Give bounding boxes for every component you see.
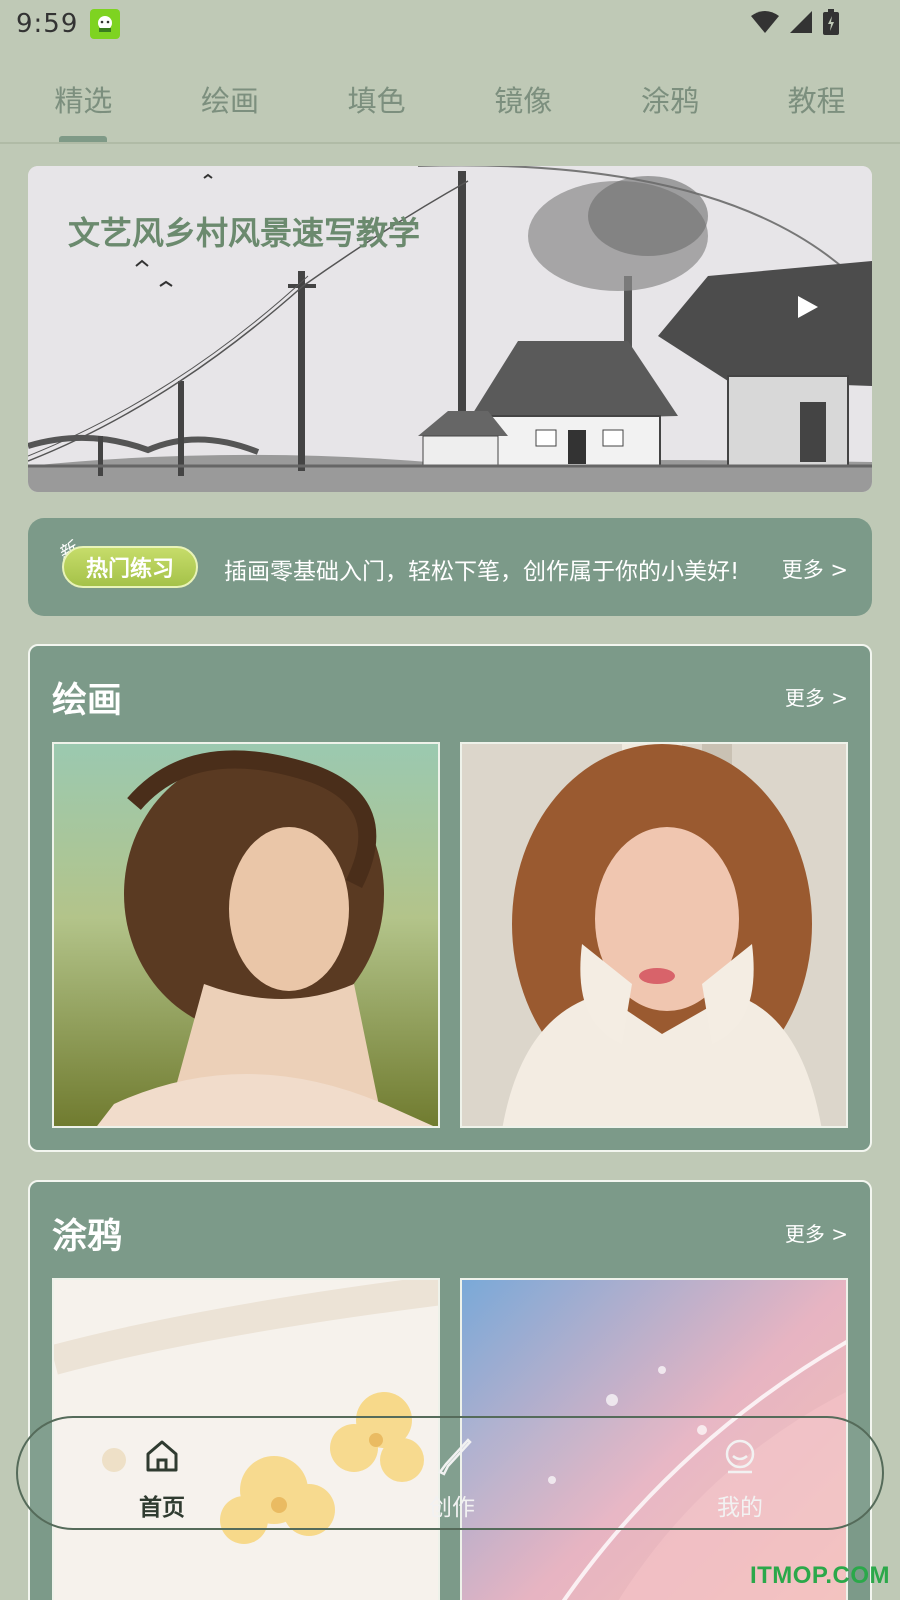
tab-label: 绘画 xyxy=(200,84,259,118)
battery-icon xyxy=(823,9,839,35)
nav-profile[interactable]: 我的 xyxy=(660,1418,820,1528)
play-icon[interactable] xyxy=(792,292,822,322)
brush-icon xyxy=(438,1438,472,1476)
status-time: 9:59 xyxy=(16,9,79,39)
portrait-image xyxy=(462,744,846,1126)
tab-label: 填色 xyxy=(347,84,406,118)
app-notification-icon xyxy=(90,9,121,39)
bottom-navigation: 首页 创作 我的 xyxy=(16,1416,884,1530)
nav-label: 创作 xyxy=(429,1495,475,1521)
tab-label: 教程 xyxy=(787,84,846,118)
hot-practice-more-link[interactable]: 更多 > xyxy=(782,554,848,584)
nav-label: 我的 xyxy=(717,1495,763,1521)
tab-tutorial[interactable]: 教程 xyxy=(757,58,877,142)
tab-label: 精选 xyxy=(54,84,113,118)
active-tab-indicator xyxy=(59,136,108,142)
tab-featured[interactable]: 精选 xyxy=(23,58,143,142)
banner-title: 文艺风乡村风景速写教学 xyxy=(68,214,421,252)
nav-label: 首页 xyxy=(139,1495,185,1521)
section-title: 绘画 xyxy=(52,681,123,721)
nav-create[interactable]: 创作 xyxy=(372,1418,532,1528)
hot-practice-badge: 热门练习 xyxy=(62,546,198,588)
section-title: 涂鸦 xyxy=(52,1217,123,1257)
tab-doodle[interactable]: 涂鸦 xyxy=(610,58,730,142)
nav-home[interactable]: 首页 xyxy=(82,1418,242,1528)
tab-drawing[interactable]: 绘画 xyxy=(170,58,290,142)
hot-practice-bar[interactable]: 新 热门练习 插画零基础入门，轻松下笔，创作属于你的小美好! 更多 > xyxy=(28,518,872,616)
portrait-image xyxy=(54,744,438,1126)
wifi-icon xyxy=(751,11,779,33)
tab-label: 镜像 xyxy=(494,84,553,118)
hot-practice-description: 插画零基础入门，轻松下笔，创作属于你的小美好! xyxy=(224,559,740,585)
category-tabs: 精选 绘画 填色 镜像 涂鸦 教程 xyxy=(0,58,900,144)
section-drawing: 绘画 更多 > xyxy=(28,644,872,1152)
section-more-link[interactable]: 更多 > xyxy=(785,682,848,711)
drawing-thumbnail[interactable] xyxy=(52,742,440,1128)
user-icon xyxy=(725,1439,755,1474)
status-indicators xyxy=(750,8,840,36)
signal-icon xyxy=(790,11,812,33)
status-bar: 9:59 xyxy=(0,0,900,48)
site-watermark: ITMOP.COM xyxy=(749,1562,890,1589)
home-icon xyxy=(146,1440,178,1472)
featured-banner[interactable]: 文艺风乡村风景速写教学 xyxy=(28,166,872,492)
section-doodle: 涂鸦 更多 > xyxy=(28,1180,872,1600)
tab-mirror[interactable]: 镜像 xyxy=(463,58,583,142)
drawing-thumbnail[interactable] xyxy=(460,742,848,1128)
tab-coloring[interactable]: 填色 xyxy=(317,58,437,142)
section-more-link[interactable]: 更多 > xyxy=(785,1218,848,1247)
tab-label: 涂鸦 xyxy=(640,84,699,118)
